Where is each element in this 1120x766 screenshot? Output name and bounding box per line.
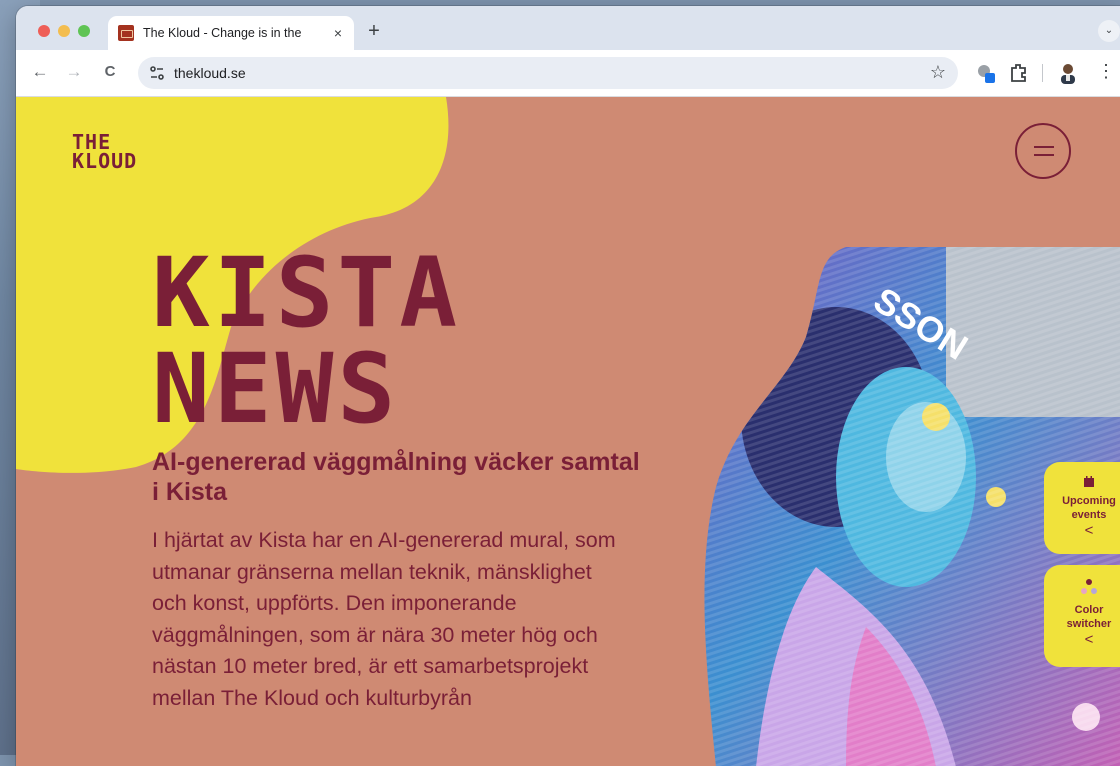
color-switcher-label: Color switcher <box>1066 604 1112 630</box>
toolbar-divider <box>1042 64 1043 82</box>
more-menu-button[interactable]: ⋮ <box>1094 61 1118 82</box>
upcoming-events-button[interactable]: Upcoming events < <box>1044 462 1120 554</box>
tab-close-icon[interactable]: × <box>326 25 350 41</box>
reload-button[interactable]: C <box>98 63 122 80</box>
tab-active[interactable]: The Kloud - Change is in the × <box>108 16 354 50</box>
profile-avatar[interactable] <box>1056 61 1080 85</box>
address-bar[interactable]: thekloud.se ☆ <box>138 57 958 89</box>
menu-line-icon <box>1034 154 1054 156</box>
tab-search-button[interactable]: ⌄ <box>1098 20 1120 42</box>
headline-line-1: KISTA <box>152 237 461 349</box>
close-window-button[interactable] <box>38 25 50 37</box>
article-body: I hjärtat av Kista har en AI-genererad m… <box>152 528 616 710</box>
chevron-left-icon: < <box>1084 631 1094 648</box>
logo-line-2: KLOUD <box>72 149 138 173</box>
browser-window: The Kloud - Change is in the × + ⌄ ← → C… <box>16 6 1120 766</box>
color-dots-icon <box>1081 579 1097 594</box>
upcoming-events-label: Upcoming events <box>1062 495 1116 521</box>
menu-line-icon <box>1034 146 1054 148</box>
hamburger-menu-button[interactable] <box>1015 123 1071 179</box>
browser-toolbar: ← → C thekloud.se ☆ ⋮ <box>16 50 1120 97</box>
window-controls <box>38 25 90 37</box>
url-text: thekloud.se <box>174 65 246 81</box>
extensions-puzzle-icon[interactable] <box>1008 61 1030 83</box>
calendar-icon <box>1084 476 1094 487</box>
site-favicon-icon <box>118 25 134 41</box>
headline-line-2: NEWS <box>152 333 400 445</box>
minimize-window-button[interactable] <box>58 25 70 37</box>
page-title: KISTA NEWS <box>152 245 461 437</box>
extension-badge-icon[interactable] <box>974 61 998 85</box>
maximize-window-button[interactable] <box>78 25 90 37</box>
web-page: THE KLOUD KISTA NEWS AI-genererad väggmå… <box>16 97 1120 766</box>
new-tab-button[interactable]: + <box>362 20 386 43</box>
bookmark-star-icon[interactable]: ☆ <box>930 62 946 83</box>
forward-button[interactable]: → <box>62 62 86 82</box>
tab-bar: The Kloud - Change is in the × + ⌄ <box>16 6 1120 50</box>
chevron-left-icon: < <box>1084 522 1094 539</box>
site-settings-icon[interactable] <box>148 64 166 82</box>
color-switcher-button[interactable]: Color switcher < <box>1044 565 1120 667</box>
site-logo[interactable]: THE KLOUD <box>72 132 138 173</box>
article-heading: AI-genererad väggmålning väcker samtal i… <box>152 448 640 506</box>
tab-title: The Kloud - Change is in the <box>143 26 302 40</box>
back-button[interactable]: ← <box>28 62 52 82</box>
